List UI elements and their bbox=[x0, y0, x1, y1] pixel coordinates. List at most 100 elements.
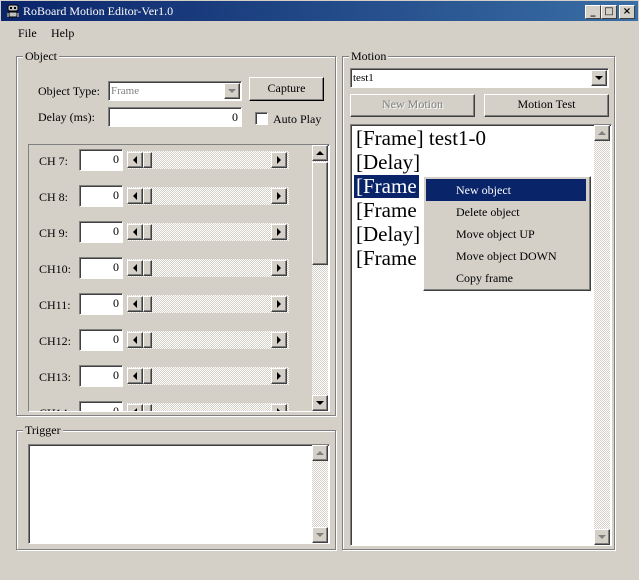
slider-right-button[interactable] bbox=[271, 152, 287, 168]
chevron-down-icon[interactable] bbox=[591, 70, 607, 86]
slider-left-button[interactable] bbox=[127, 188, 143, 204]
context-menu-item[interactable]: Move object UP bbox=[426, 223, 586, 245]
slider-thumb[interactable] bbox=[143, 368, 152, 384]
channel-row: CH10: 0 bbox=[29, 257, 313, 281]
channel-slider[interactable] bbox=[127, 295, 289, 313]
motion-list-item[interactable]: [Frame] test1-0 bbox=[354, 127, 488, 150]
title-bar: RoBoard Motion Editor-Ver1.0 _ □ × bbox=[0, 0, 639, 22]
trigger-scrollbar[interactable] bbox=[312, 445, 328, 543]
channel-label: CH11: bbox=[39, 298, 71, 312]
channel-slider[interactable] bbox=[127, 259, 289, 277]
slider-thumb[interactable] bbox=[143, 332, 152, 348]
channel-row: CH 8: 0 bbox=[29, 185, 313, 209]
channel-slider[interactable] bbox=[127, 403, 289, 411]
scroll-up-button[interactable] bbox=[594, 125, 610, 141]
object-type-dropdown[interactable]: Frame bbox=[108, 81, 242, 101]
channel-row: CH 7: 0 bbox=[29, 149, 313, 173]
slider-right-button[interactable] bbox=[271, 368, 287, 384]
channel-label: CH10: bbox=[39, 262, 72, 276]
slider-right-button[interactable] bbox=[271, 260, 287, 276]
channel-label: CH13: bbox=[39, 370, 72, 384]
channel-value-input[interactable]: 0 bbox=[79, 257, 123, 279]
channel-slider[interactable] bbox=[127, 151, 289, 169]
slider-thumb[interactable] bbox=[143, 296, 152, 312]
window-title: RoBoard Motion Editor-Ver1.0 bbox=[23, 4, 174, 18]
delay-input[interactable]: 0 bbox=[108, 107, 242, 127]
minimize-button[interactable]: _ bbox=[585, 5, 601, 19]
motion-test-button[interactable]: Motion Test bbox=[484, 94, 609, 117]
slider-left-button[interactable] bbox=[127, 404, 143, 411]
scroll-down-button[interactable] bbox=[312, 395, 328, 411]
slider-left-button[interactable] bbox=[127, 260, 143, 276]
slider-right-button[interactable] bbox=[271, 296, 287, 312]
context-menu-item[interactable]: Move object DOWN bbox=[426, 245, 586, 267]
channel-slider[interactable] bbox=[127, 223, 289, 241]
menu-file[interactable]: File bbox=[18, 26, 37, 40]
scroll-thumb[interactable] bbox=[312, 162, 328, 265]
slider-left-button[interactable] bbox=[127, 224, 143, 240]
channel-value-input[interactable]: 0 bbox=[79, 329, 123, 351]
slider-right-button[interactable] bbox=[271, 188, 287, 204]
motion-list-item[interactable]: [Frame bbox=[354, 199, 419, 222]
new-motion-button[interactable]: New Motion bbox=[350, 94, 475, 117]
scroll-up-button[interactable] bbox=[312, 145, 328, 161]
motion-list-item[interactable]: [Delay] bbox=[354, 223, 422, 246]
slider-thumb[interactable] bbox=[143, 224, 152, 240]
close-button[interactable]: × bbox=[619, 5, 635, 19]
context-menu-item[interactable]: Copy frame bbox=[426, 267, 586, 289]
slider-left-button[interactable] bbox=[127, 332, 143, 348]
channel-value-input[interactable]: 0 bbox=[79, 185, 123, 207]
menu-help[interactable]: Help bbox=[51, 26, 74, 40]
scroll-up-button[interactable] bbox=[312, 445, 328, 461]
scroll-down-button[interactable] bbox=[312, 527, 328, 543]
channel-value-input[interactable]: 0 bbox=[79, 365, 123, 387]
channel-value-input[interactable]: 0 bbox=[79, 149, 123, 171]
motion-select-dropdown[interactable]: test1 bbox=[350, 68, 609, 88]
channel-value-input[interactable]: 0 bbox=[79, 401, 123, 411]
scroll-down-button[interactable] bbox=[594, 529, 610, 545]
channel-value-input[interactable]: 0 bbox=[79, 221, 123, 243]
slider-thumb[interactable] bbox=[143, 404, 152, 411]
motion-select-value: test1 bbox=[353, 72, 374, 84]
motion-list-item[interactable]: [Frame bbox=[353, 174, 420, 199]
capture-button[interactable]: Capture bbox=[249, 77, 324, 101]
trigger-group-label: Trigger bbox=[23, 423, 63, 437]
slider-thumb[interactable] bbox=[143, 260, 152, 276]
channel-row: CH 9: 0 bbox=[29, 221, 313, 245]
menu-bar: File Help bbox=[0, 22, 639, 44]
slider-right-button[interactable] bbox=[271, 332, 287, 348]
delay-label: Delay (ms): bbox=[38, 110, 95, 124]
channel-row: CH11: 0 bbox=[29, 293, 313, 317]
channel-label: CH 8: bbox=[39, 190, 69, 204]
context-menu-item[interactable]: New object bbox=[426, 179, 586, 201]
channel-slider[interactable] bbox=[127, 331, 289, 349]
motion-list-item[interactable]: [Frame bbox=[354, 247, 419, 270]
slider-left-button[interactable] bbox=[127, 152, 143, 168]
channel-slider[interactable] bbox=[127, 187, 289, 205]
maximize-button[interactable]: □ bbox=[601, 5, 617, 19]
channel-row: CH13: 0 bbox=[29, 365, 313, 389]
trigger-list[interactable] bbox=[28, 444, 330, 544]
context-menu-item[interactable]: Delete object bbox=[426, 201, 586, 223]
channel-slider[interactable] bbox=[127, 367, 289, 385]
channel-scrollbar[interactable] bbox=[312, 145, 328, 411]
app-icon bbox=[5, 4, 21, 19]
channel-label: CH12: bbox=[39, 334, 72, 348]
auto-play-checkbox[interactable] bbox=[255, 112, 268, 125]
motion-list-item[interactable]: [Delay] bbox=[354, 151, 422, 174]
motion-group-label: Motion bbox=[349, 49, 389, 63]
slider-thumb[interactable] bbox=[143, 188, 152, 204]
slider-left-button[interactable] bbox=[127, 296, 143, 312]
channel-value-input[interactable]: 0 bbox=[79, 293, 123, 315]
motion-scrollbar[interactable] bbox=[594, 125, 610, 545]
channel-row: CH14: 0 bbox=[29, 401, 313, 411]
slider-thumb[interactable] bbox=[143, 152, 152, 168]
object-type-value: Frame bbox=[111, 85, 140, 97]
slider-right-button[interactable] bbox=[271, 404, 287, 411]
object-group-label: Object bbox=[23, 49, 59, 63]
auto-play-label: Auto Play bbox=[273, 112, 322, 126]
channel-label: CH14: bbox=[39, 406, 71, 411]
chevron-down-icon[interactable] bbox=[224, 83, 240, 99]
slider-left-button[interactable] bbox=[127, 368, 143, 384]
slider-right-button[interactable] bbox=[271, 224, 287, 240]
